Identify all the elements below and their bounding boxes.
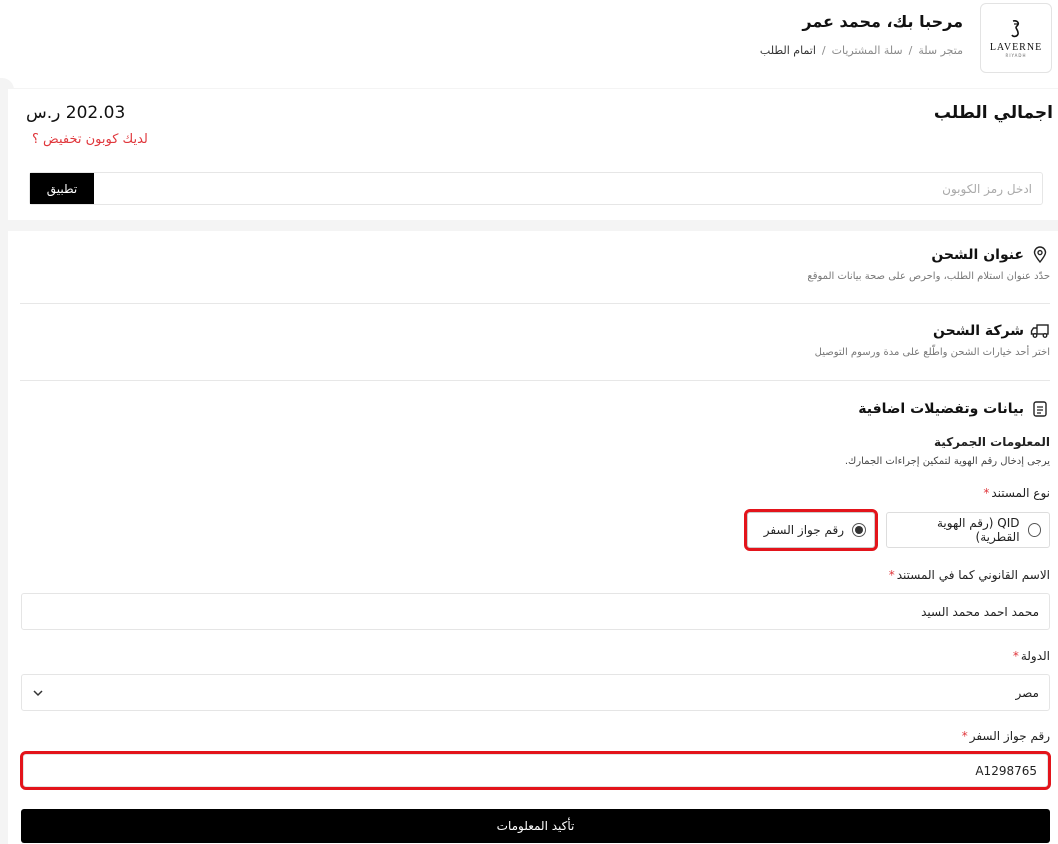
country-label: الدولة* xyxy=(1013,649,1050,663)
logo-mark-icon xyxy=(1011,20,1019,38)
extra-info-header: بيانات وتفضيلات اضافية xyxy=(20,399,1050,419)
customs-subtitle: يرجى إدخال رقم الهوية لتمكين إجراءات الج… xyxy=(844,456,1050,467)
order-summary: اجمالي الطلب 202.03 ر.س لديك كوبون تخفيض… xyxy=(8,89,1058,220)
doc-type-label: نوع المستند* xyxy=(983,486,1050,500)
checkout-page: LAVERNE RIYADH مرحبا بك، محمد عمر متجر س… xyxy=(0,0,1058,844)
required-mark: * xyxy=(1012,649,1019,663)
divider xyxy=(20,303,1050,304)
breadcrumb-separator: / xyxy=(908,44,913,57)
legal-name-field[interactable] xyxy=(21,593,1050,630)
doc-option-passport[interactable]: رقم جواز السفر xyxy=(744,509,878,551)
divider xyxy=(20,380,1050,381)
order-total-title: اجمالي الطلب xyxy=(933,103,1053,123)
required-mark: * xyxy=(983,486,990,500)
breadcrumb-separator: / xyxy=(821,44,826,57)
coupon-input[interactable] xyxy=(94,173,1042,204)
shipping-company-header: شركة الشحن xyxy=(20,321,1050,341)
legal-name-input[interactable] xyxy=(32,604,1039,619)
legal-name-label: الاسم القانوني كما في المستند* xyxy=(889,568,1050,582)
header: LAVERNE RIYADH مرحبا بك، محمد عمر متجر س… xyxy=(0,0,1058,88)
doc-option-qid[interactable]: QID (رقم الهوية القطرية) xyxy=(886,512,1050,548)
location-pin-icon xyxy=(1030,245,1050,265)
shipping-address-title: عنوان الشحن xyxy=(931,247,1024,263)
customs-title: المعلومات الجمركية xyxy=(934,435,1050,449)
extra-info-section: بيانات وتفضيلات اضافية xyxy=(20,399,1050,419)
shipping-address-subtitle: حدّد عنوان استلام الطلب، واحرص على صحة ب… xyxy=(807,271,1050,282)
confirm-info-button[interactable]: تأكيد المعلومات xyxy=(21,809,1050,843)
passport-label-text: رقم جواز السفر xyxy=(969,729,1050,743)
doc-option-qid-label: QID (رقم الهوية القطرية) xyxy=(936,516,1020,544)
store-logo[interactable]: LAVERNE RIYADH xyxy=(980,3,1052,73)
greeting: مرحبا بك، محمد عمر xyxy=(802,12,963,31)
shipping-address-section[interactable]: عنوان الشحن حدّد عنوان استلام الطلب، واح… xyxy=(20,245,1050,282)
breadcrumb-store[interactable]: متجر سلة xyxy=(918,44,963,57)
country-label-text: الدولة xyxy=(1020,649,1050,663)
order-total-amount: 202.03 ر.س xyxy=(26,103,126,123)
doc-option-passport-label: رقم جواز السفر xyxy=(763,523,844,537)
required-mark: * xyxy=(888,568,895,582)
breadcrumb-checkout: اتمام الطلب xyxy=(759,44,816,57)
country-value: مصر xyxy=(1015,685,1039,700)
shipping-company-subtitle: اختر أحد خيارات الشحن واطّلع على مدة ورس… xyxy=(814,347,1050,358)
breadcrumb: متجر سلة / سلة المشتريات / اتمام الطلب xyxy=(760,44,963,57)
logo-text: LAVERNE xyxy=(989,42,1043,53)
coupon-form: تطبيق xyxy=(29,172,1043,205)
passport-label: رقم جواز السفر* xyxy=(962,729,1050,743)
coupon-toggle-link[interactable]: لديك كوبون تخفيض ؟ xyxy=(32,132,148,147)
legal-name-label-text: الاسم القانوني كما في المستند xyxy=(896,568,1050,582)
shipping-address-header: عنوان الشحن xyxy=(20,245,1050,265)
apply-coupon-button[interactable]: تطبيق xyxy=(30,173,94,204)
chevron-down-icon xyxy=(33,690,43,697)
doc-type-label-text: نوع المستند xyxy=(991,486,1050,500)
country-select[interactable]: مصر xyxy=(21,674,1050,711)
required-mark: * xyxy=(961,729,968,743)
radio-qid[interactable] xyxy=(1027,523,1041,537)
shipping-company-section[interactable]: شركة الشحن اختر أحد خيارات الشحن واطّلع … xyxy=(20,321,1050,358)
radio-passport[interactable] xyxy=(852,523,866,537)
logo-subtext: RIYADH xyxy=(1005,53,1027,58)
shipping-company-title: شركة الشحن xyxy=(933,323,1024,339)
passport-field[interactable] xyxy=(20,751,1051,790)
checkout-steps: عنوان الشحن حدّد عنوان استلام الطلب، واح… xyxy=(8,231,1058,844)
breadcrumb-cart[interactable]: سلة المشتريات xyxy=(832,44,903,57)
truck-icon xyxy=(1030,321,1050,341)
passport-input[interactable] xyxy=(34,763,1037,778)
extra-info-title: بيانات وتفضيلات اضافية xyxy=(858,401,1024,417)
document-list-icon xyxy=(1030,399,1050,419)
